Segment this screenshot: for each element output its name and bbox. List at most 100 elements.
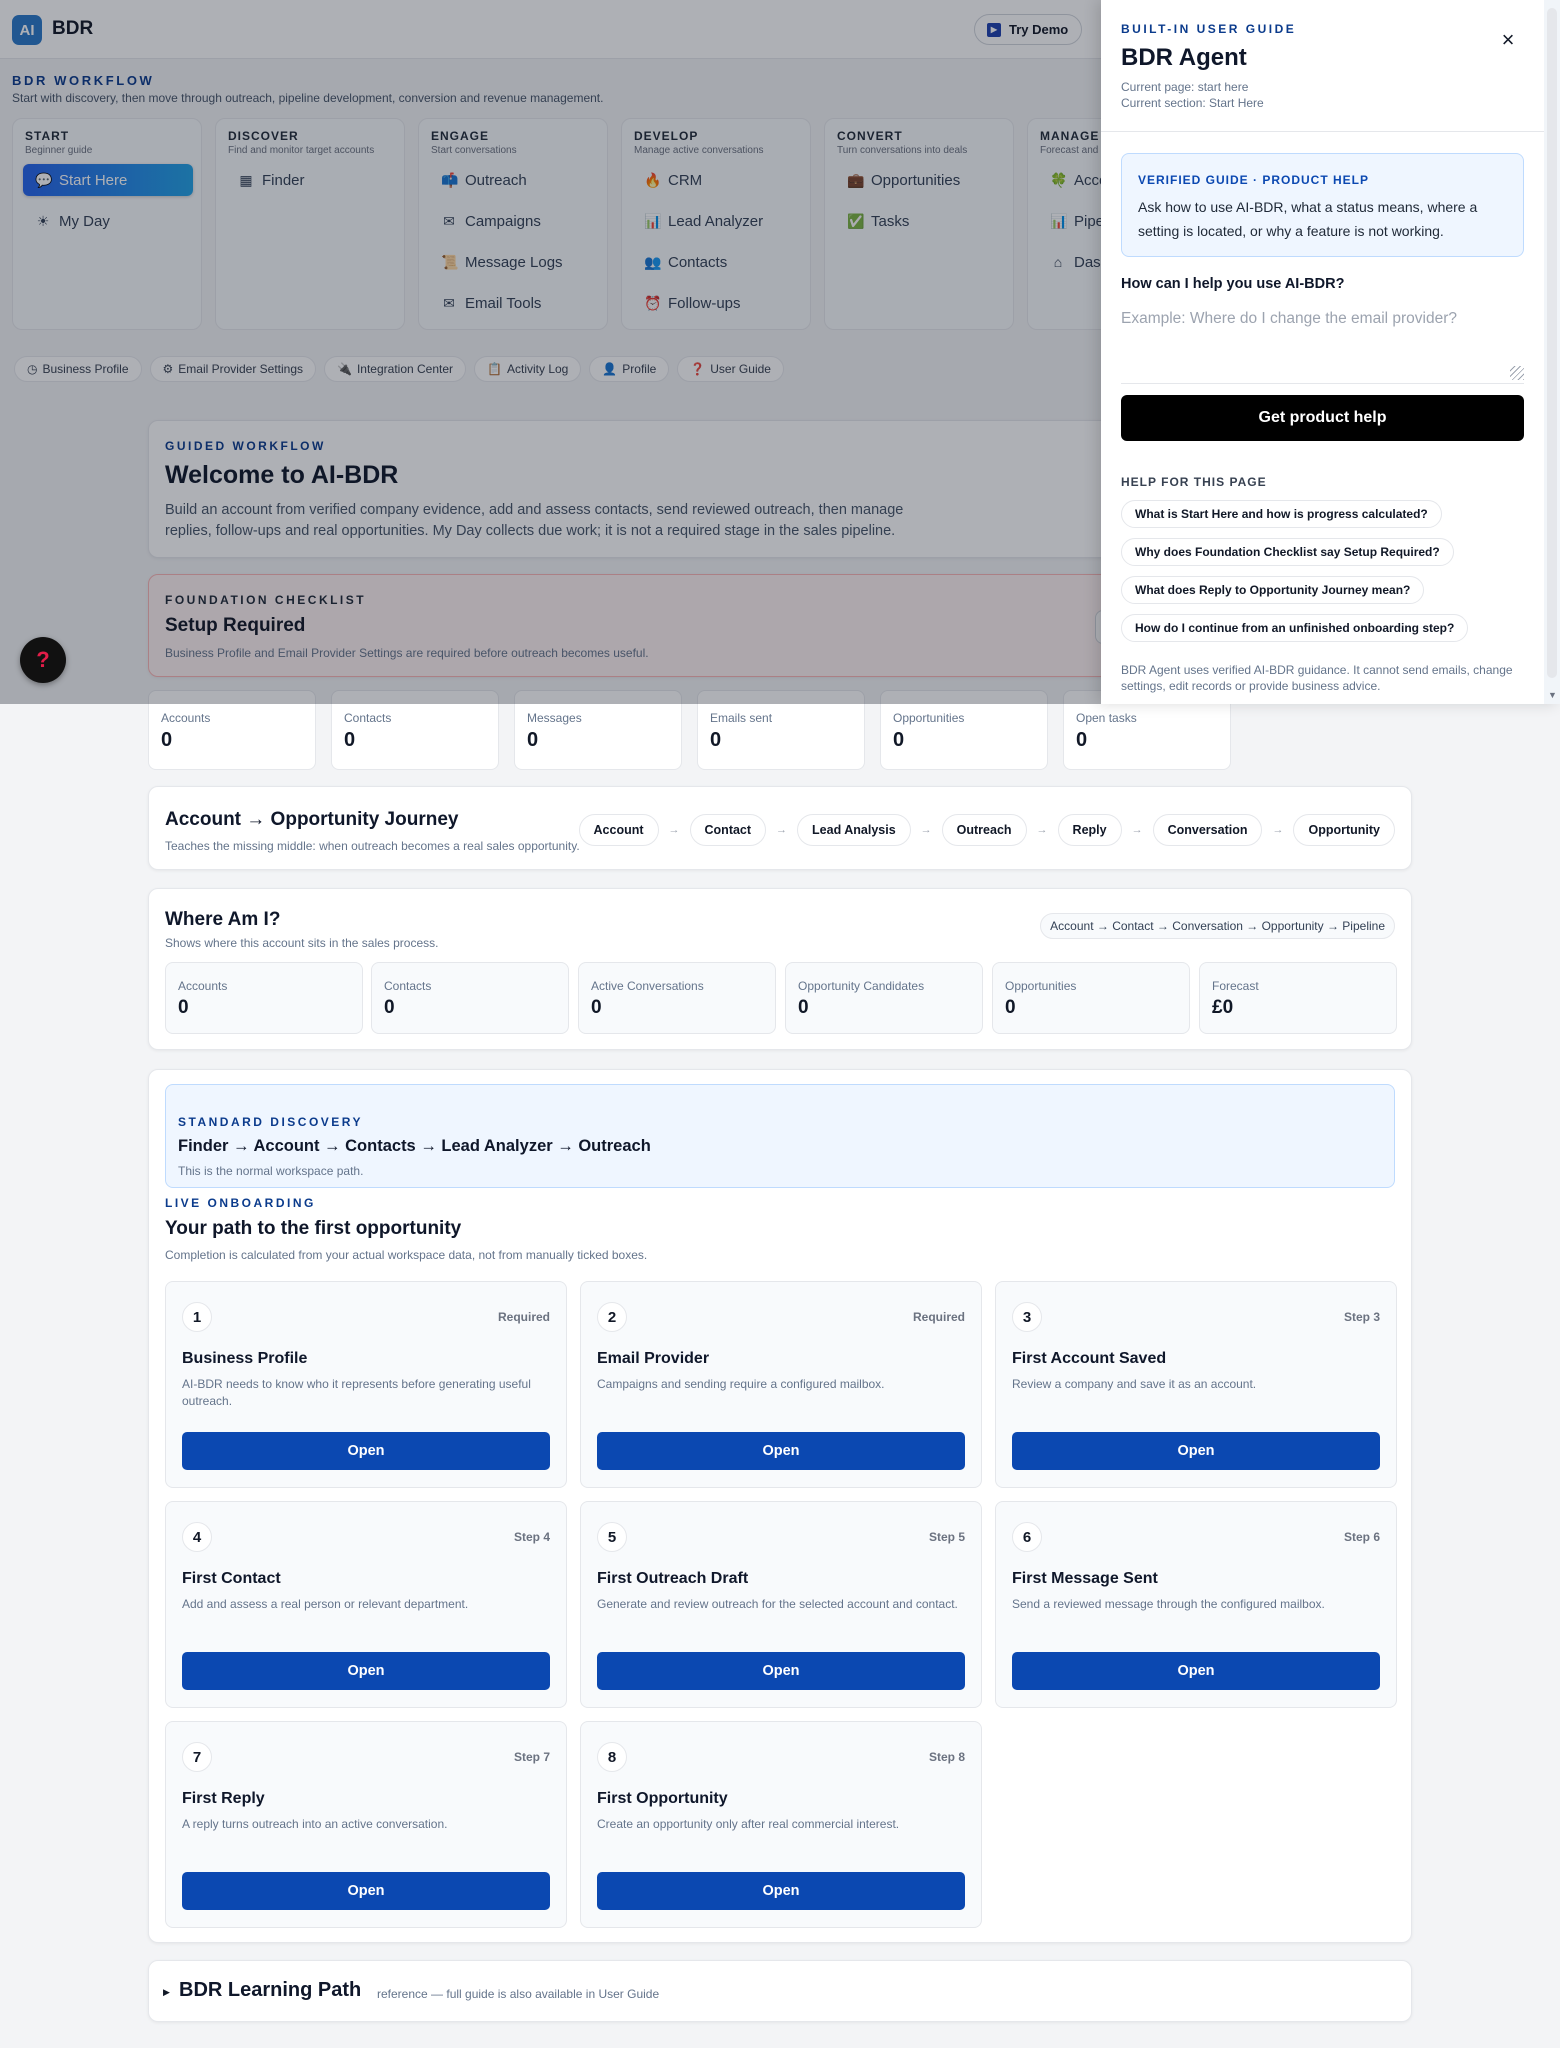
arrow-right-icon: → xyxy=(776,824,788,836)
metric-value: 0 xyxy=(1076,729,1088,751)
agent-current-page: Current page: start here xyxy=(1121,80,1249,94)
step-open-button[interactable]: Open xyxy=(182,1652,550,1690)
suggested-question[interactable]: What is Start Here and how is progress c… xyxy=(1121,500,1442,528)
step-open-button[interactable]: Open xyxy=(1012,1432,1380,1470)
step-open-button[interactable]: Open xyxy=(182,1872,550,1910)
standard-label: STANDARD DISCOVERY xyxy=(178,1115,364,1129)
get-product-help-button[interactable]: Get product help xyxy=(1121,395,1524,441)
standard-title: Finder → Account → Contacts → Lead Analy… xyxy=(178,1137,651,1155)
step-title: First Contact xyxy=(182,1570,281,1587)
onboarding-card: STANDARD DISCOVERY Finder → Account → Co… xyxy=(148,1069,1412,1943)
chevron-down-icon[interactable]: ▼ xyxy=(1548,690,1557,700)
verified-text: Ask how to use AI-BDR, what a status mea… xyxy=(1138,199,1478,239)
journey-step-contact[interactable]: Contact xyxy=(689,814,767,846)
journey-step-lead-analysis[interactable]: Lead Analysis xyxy=(797,814,911,846)
step-tag: Required xyxy=(497,1310,550,1324)
step-open-button[interactable]: Open xyxy=(597,1652,965,1690)
step-description: Add and assess a real person or relevant… xyxy=(182,1597,469,1611)
learning-path-note: reference — full guide is also available… xyxy=(377,1987,660,2001)
step-tag: Required xyxy=(912,1310,965,1324)
step-title: Business Profile xyxy=(182,1350,308,1367)
journey-step-reply[interactable]: Reply xyxy=(1057,814,1122,846)
metric-label: Opportunities xyxy=(1005,979,1077,993)
suggested-question[interactable]: How do I continue from an unfinished onb… xyxy=(1121,614,1469,642)
verified-guide-box: VERIFIED GUIDE · PRODUCT HELP Ask how to… xyxy=(1121,153,1524,257)
ask-label: How can I help you use AI-BDR? xyxy=(1121,276,1345,292)
where-metric-contacts: Contacts 0 xyxy=(371,962,569,1034)
bdr-agent-panel: BUILT-IN USER GUIDE BDR Agent Current pa… xyxy=(1101,0,1560,704)
standard-subtitle: This is the normal workspace path. xyxy=(178,1164,364,1178)
metric-value: 0 xyxy=(1005,997,1016,1018)
step-tag: Step 5 xyxy=(928,1530,965,1544)
step-description: Create an opportunity only after real co… xyxy=(597,1817,900,1831)
journey-step-outreach[interactable]: Outreach xyxy=(941,814,1027,846)
help-question-input[interactable] xyxy=(1121,300,1524,384)
journey-step-opportunity[interactable]: Opportunity xyxy=(1293,814,1395,846)
journey-step-conversation[interactable]: Conversation xyxy=(1152,814,1263,846)
step-number: 8 xyxy=(597,1742,627,1772)
onboarding-step-2: 2 Required Email Provider Campaigns and … xyxy=(580,1281,982,1488)
step-tag: Step 4 xyxy=(513,1530,550,1544)
where-metric-accounts: Accounts 0 xyxy=(165,962,363,1034)
panel-scrollbar-thumb[interactable] xyxy=(1547,8,1557,678)
step-number: 5 xyxy=(597,1522,627,1552)
step-description: Campaigns and sending require a configur… xyxy=(597,1377,885,1391)
metric-label: Opportunities xyxy=(893,711,965,725)
resize-grip-icon[interactable] xyxy=(1510,366,1524,380)
where-metric-active-conversations: Active Conversations 0 xyxy=(578,962,776,1034)
journey-step-account[interactable]: Account xyxy=(578,814,659,846)
metric-value: 0 xyxy=(344,729,356,751)
metric-value: 0 xyxy=(527,729,539,751)
step-open-button[interactable]: Open xyxy=(597,1432,965,1470)
where-am-i-card: Where Am I? Shows where this account sit… xyxy=(148,888,1412,1050)
step-description: Generate and review outreach for the sel… xyxy=(597,1597,958,1611)
metric-label: Open tasks xyxy=(1076,711,1137,725)
journey-subtitle: Teaches the missing middle: when outreac… xyxy=(165,839,580,853)
step-number: 3 xyxy=(1012,1302,1042,1332)
journey-title: Account → Opportunity Journey xyxy=(165,809,459,830)
verified-label: VERIFIED GUIDE · PRODUCT HELP xyxy=(1138,173,1370,187)
metric-value: 0 xyxy=(161,729,173,751)
metric-label: Accounts xyxy=(161,711,211,725)
metric-label: Opportunity Candidates xyxy=(798,979,925,993)
onboarding-step-6: 6 Step 6 First Message Sent Send a revie… xyxy=(995,1501,1397,1708)
metric-label: Accounts xyxy=(178,979,228,993)
help-fab-button[interactable]: ? xyxy=(20,637,66,683)
agent-header: BUILT-IN USER GUIDE BDR Agent Current pa… xyxy=(1101,0,1544,132)
onboarding-label: LIVE ONBOARDING xyxy=(165,1196,316,1210)
step-tag: Step 6 xyxy=(1343,1530,1380,1544)
metric-label: Forecast xyxy=(1212,979,1259,993)
metric-label: Messages xyxy=(527,711,582,725)
close-icon[interactable]: × xyxy=(1495,27,1521,53)
step-number: 4 xyxy=(182,1522,212,1552)
arrow-right-icon: → xyxy=(1272,824,1284,836)
metric-value: 0 xyxy=(710,729,722,751)
step-open-button[interactable]: Open xyxy=(597,1872,965,1910)
onboarding-step-8: 8 Step 8 First Opportunity Create an opp… xyxy=(580,1721,982,1928)
agent-current-section: Current section: Start Here xyxy=(1121,96,1264,110)
where-title: Where Am I? xyxy=(165,909,281,930)
step-number: 2 xyxy=(597,1302,627,1332)
step-description: Send a reviewed message through the conf… xyxy=(1012,1597,1325,1611)
where-metric-opportunities: Opportunities 0 xyxy=(992,962,1190,1034)
metric-label: Emails sent xyxy=(710,711,773,725)
suggested-question[interactable]: Why does Foundation Checklist say Setup … xyxy=(1121,538,1454,566)
agent-footer-note: BDR Agent uses verified AI-BDR guidance.… xyxy=(1121,663,1513,693)
step-tag: Step 3 xyxy=(1343,1310,1380,1324)
suggested-question[interactable]: What does Reply to Opportunity Journey m… xyxy=(1121,576,1425,604)
where-metric-forecast: Forecast £0 xyxy=(1199,962,1397,1034)
disclosure-triangle-icon: ▶ xyxy=(163,1987,170,1997)
where-metric-opportunity-candidates: Opportunity Candidates 0 xyxy=(785,962,983,1034)
step-description: Review a company and save it as an accou… xyxy=(1012,1377,1257,1391)
step-open-button[interactable]: Open xyxy=(182,1432,550,1470)
learning-path-toggle[interactable]: ▶ BDR Learning Path reference — full gui… xyxy=(148,1960,1412,2022)
metric-label: Contacts xyxy=(344,711,392,725)
onboarding-title: Your path to the first opportunity xyxy=(165,1218,462,1239)
agent-label: BUILT-IN USER GUIDE xyxy=(1121,22,1297,36)
arrow-right-icon: → xyxy=(1036,824,1048,836)
onboarding-step-4: 4 Step 4 First Contact Add and assess a … xyxy=(165,1501,567,1708)
standard-discovery-box: STANDARD DISCOVERY Finder → Account → Co… xyxy=(165,1084,1395,1188)
step-open-button[interactable]: Open xyxy=(1012,1652,1380,1690)
learning-path-title: BDR Learning Path xyxy=(179,1979,362,2001)
where-subtitle: Shows where this account sits in the sal… xyxy=(165,936,439,950)
